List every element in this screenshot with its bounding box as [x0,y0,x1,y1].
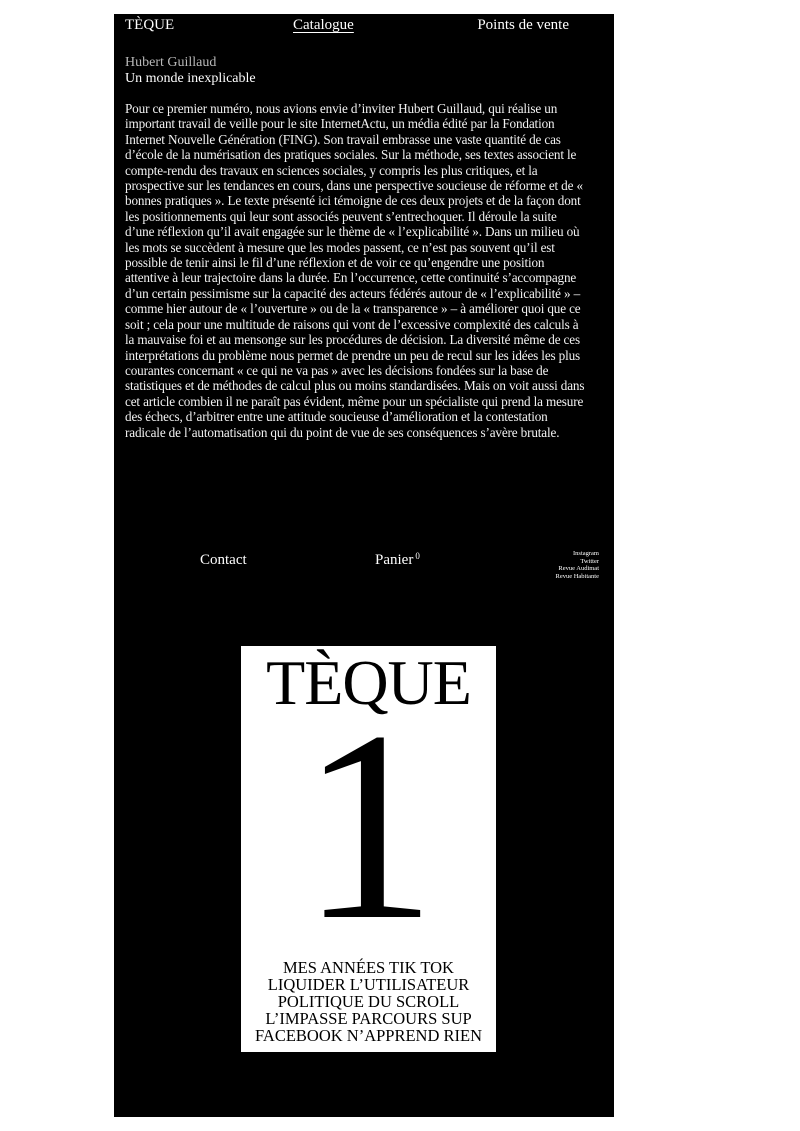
cover-headline: POLITIQUE DU SCROLL [277,992,460,1011]
catalogue-link[interactable]: Catalogue [293,17,354,34]
magazine-cover[interactable]: TÈQUE 1 MES ANNÉES TIK TOK LIQUIDER L’UT… [241,646,496,1052]
cover-headlines: MES ANNÉES TIK TOK LIQUIDER L’UTILISATEU… [241,959,496,1044]
top-navigation: TÈQUE Catalogue Points de vente [125,17,603,39]
social-links: Instagram Twitter Revue Audimat Revue Ha… [556,550,600,580]
cover-headline: FACEBOOK N’APPREND RIEN [254,1026,483,1045]
page: TÈQUE Catalogue Points de vente Hubert G… [114,14,614,1117]
cover-headline: L’IMPASSE PARCOURS SUP [265,1009,472,1028]
cart-count: 0 [415,551,420,561]
footer: Contact Panier 0 Instagram Twitter Revue … [114,550,614,590]
brand-link[interactable]: TÈQUE [125,17,174,34]
article: Hubert Guillaud Un monde inexplicable Po… [125,55,587,440]
article-body: Pour ce premier numéro, nous avions envi… [125,101,585,440]
cover-headline: LIQUIDER L’UTILISATEUR [267,975,470,994]
twitter-link[interactable]: Twitter [556,558,599,566]
cart-link[interactable]: Panier 0 [375,551,420,569]
article-author: Hubert Guillaud [125,55,217,70]
revue-audimat-link[interactable]: Revue Audimat [556,565,599,573]
instagram-link[interactable]: Instagram [556,550,599,558]
contact-link[interactable]: Contact [200,552,247,569]
points-de-vente-link[interactable]: Points de vente [477,17,569,34]
revue-habitante-link[interactable]: Revue Habitante [556,573,600,581]
article-title: Un monde inexplicable [125,71,256,86]
cart-label: Panier [375,552,414,568]
cover-issue-number: 1 [300,675,437,976]
cover-headline: MES ANNÉES TIK TOK [283,958,454,977]
